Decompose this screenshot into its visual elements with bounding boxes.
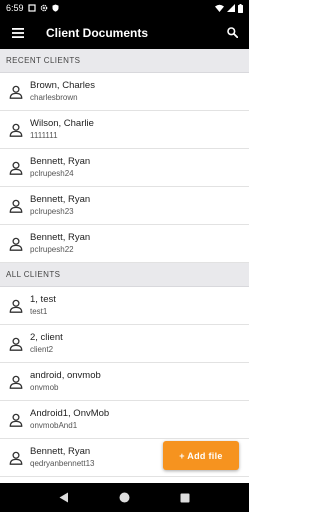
person-icon bbox=[0, 123, 28, 137]
client-username: qedryanbennett13 bbox=[30, 459, 95, 468]
client-name: Android1, OnvMob bbox=[30, 408, 110, 419]
client-username: pclrupesh22 bbox=[30, 245, 74, 254]
client-row[interactable]: Wilson, Charlie 1111111 bbox=[0, 111, 249, 149]
person-icon bbox=[0, 299, 28, 313]
client-name: Wilson, Charlie bbox=[30, 118, 94, 129]
client-text: Android1, OnvMob onvmobAnd1 bbox=[30, 408, 109, 431]
client-text: Wilson, Charlie 1111111 bbox=[30, 118, 94, 141]
client-name: 1, test bbox=[30, 294, 56, 305]
battery-icon bbox=[238, 3, 243, 13]
person-icon bbox=[0, 237, 28, 251]
cell-signal-icon bbox=[227, 4, 235, 12]
all-clients-header: ALL CLIENTS bbox=[0, 263, 249, 287]
client-list[interactable]: RECENT CLIENTS Brown, Charles charlesbrow… bbox=[0, 49, 249, 483]
recent-clients-header: RECENT CLIENTS bbox=[0, 49, 249, 73]
client-username: onvmobAnd1 bbox=[30, 421, 78, 430]
client-text: Bennett, Ryan pclrupesh23 bbox=[30, 194, 90, 217]
client-row[interactable]: Bennett, Ryan pclrupesh22 bbox=[0, 225, 249, 263]
menu-button[interactable] bbox=[0, 16, 36, 49]
recent-clients-list: Brown, Charles charlesbrown Wilson, Charli… bbox=[0, 73, 249, 263]
client-username: pclrupesh24 bbox=[30, 169, 74, 178]
client-name: Bennett, Ryan bbox=[30, 446, 91, 457]
client-text: android, onvmob onvmob bbox=[30, 370, 101, 393]
client-name: Bennett, Ryan bbox=[30, 194, 91, 205]
notification-square-icon bbox=[27, 4, 36, 12]
person-icon bbox=[0, 451, 28, 465]
client-username: test1 bbox=[30, 307, 48, 316]
shield-icon bbox=[52, 4, 59, 12]
client-text: Bennett, Ryan pclrupesh22 bbox=[30, 232, 90, 255]
client-row[interactable]: 2, client client2 bbox=[0, 325, 249, 363]
settings-gear-icon bbox=[40, 4, 47, 12]
client-row[interactable]: Bennett, Ryan pclrupesh23 bbox=[0, 187, 249, 225]
overview-square-icon[interactable] bbox=[180, 493, 190, 503]
client-text: 2, client client2 bbox=[30, 332, 63, 355]
person-icon bbox=[0, 413, 28, 427]
client-username: 1111111 bbox=[30, 131, 58, 140]
add-file-button[interactable]: + Add file bbox=[163, 441, 239, 470]
status-time: 6:59 bbox=[6, 3, 24, 13]
wifi-icon bbox=[215, 4, 224, 12]
client-row[interactable]: Brown, Charles charlesbrown bbox=[0, 73, 249, 111]
app-bar: Client Documents bbox=[0, 16, 249, 49]
client-username: charlesbrown bbox=[30, 93, 78, 102]
client-name: Bennett, Ryan bbox=[30, 232, 91, 243]
client-username: pclrupesh23 bbox=[30, 207, 74, 216]
client-username: client2 bbox=[30, 345, 54, 354]
client-name: Brown, Charles bbox=[30, 80, 95, 91]
client-name: android, onvmob bbox=[30, 370, 101, 381]
client-username: onvmob bbox=[30, 383, 59, 392]
client-text: 1, test test1 bbox=[30, 294, 56, 317]
page-title: Client Documents bbox=[46, 25, 149, 40]
client-name: Bennett, Ryan bbox=[30, 156, 91, 167]
person-icon bbox=[0, 337, 28, 351]
client-text: Bennett, Ryan pclrupesh24 bbox=[30, 156, 90, 179]
client-row[interactable]: Bennett, Ryan pclrupesh24 bbox=[0, 149, 249, 187]
client-row[interactable]: android, onvmob onvmob bbox=[0, 363, 249, 401]
menu-icon bbox=[12, 27, 24, 38]
person-icon bbox=[0, 85, 28, 99]
person-icon bbox=[0, 161, 28, 175]
client-row[interactable]: Android1, OnvMob onvmobAnd1 bbox=[0, 401, 249, 439]
status-bar: 6:59 bbox=[0, 0, 249, 16]
client-name: 2, client bbox=[30, 332, 63, 343]
back-triangle-icon[interactable] bbox=[59, 492, 69, 503]
home-circle-icon[interactable] bbox=[119, 492, 130, 503]
system-nav-bar bbox=[0, 483, 249, 512]
search-button[interactable] bbox=[215, 16, 249, 49]
client-text: Brown, Charles charlesbrown bbox=[30, 80, 95, 103]
client-text: Bennett, Ryan qedryanbennett13 bbox=[30, 446, 95, 469]
client-row[interactable]: 1, test test1 bbox=[0, 287, 249, 325]
person-icon bbox=[0, 199, 28, 213]
search-icon bbox=[226, 27, 238, 38]
person-icon bbox=[0, 375, 28, 389]
